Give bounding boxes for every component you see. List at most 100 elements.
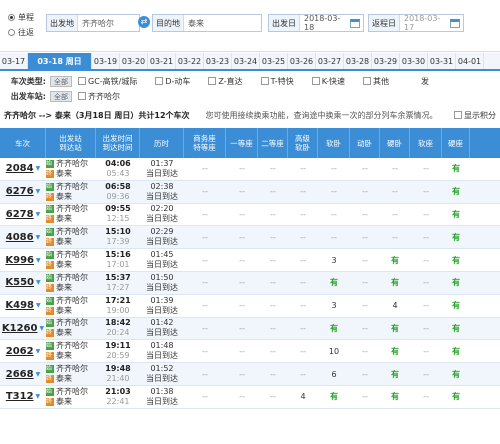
show-points-checkbox[interactable]: 显示积分 <box>454 110 496 121</box>
seat-availability: -- <box>239 346 245 356</box>
train-number[interactable]: 6278 <box>6 209 34 220</box>
from-station: 始齐齐哈尔 <box>46 318 88 328</box>
train-number-cell[interactable]: K498 ▼ <box>0 295 46 317</box>
date-tab[interactable]: 04-01 <box>456 53 484 69</box>
train-number-cell[interactable]: 2062 ▼ <box>0 340 46 362</box>
checkbox-icon[interactable] <box>155 77 164 85</box>
calendar-icon[interactable] <box>450 18 460 28</box>
chevron-down-icon[interactable]: ▼ <box>36 279 41 286</box>
return-date-field[interactable]: 返程日 2018-03-17 <box>368 14 464 32</box>
train-number[interactable]: 6276 <box>6 186 34 197</box>
date-tab[interactable]: 03-23 <box>204 53 232 69</box>
train-number[interactable]: 4086 <box>6 232 34 243</box>
checkbox-label: Z-直达 <box>218 76 243 86</box>
train-number-cell[interactable]: 6276 ▼ <box>0 181 46 203</box>
seat-availability: 有 <box>452 187 460 197</box>
column-header[interactable]: 硬卧 <box>380 128 410 158</box>
date-tab[interactable]: 03-22 <box>176 53 204 69</box>
date-tab[interactable]: 03-25 <box>260 53 288 69</box>
train-number-cell[interactable]: T312 ▼ <box>0 386 46 408</box>
checkbox-icon[interactable] <box>363 77 371 85</box>
train-number-cell[interactable]: K550 ▼ <box>0 272 46 294</box>
train-number[interactable]: K550 <box>5 277 34 288</box>
chevron-down-icon[interactable]: ▼ <box>36 234 41 241</box>
date-field[interactable]: 出发日 2018-03-18 <box>268 14 364 32</box>
date-tab[interactable]: 03-27 <box>316 53 344 69</box>
swap-icon[interactable]: ⇄ <box>138 16 150 28</box>
from-station: 始齐齐哈尔 <box>46 159 88 169</box>
chevron-down-icon[interactable]: ▼ <box>39 325 44 332</box>
roundtrip-radio[interactable]: 往返 <box>8 27 34 38</box>
all-stations-button[interactable]: 全部 <box>50 90 72 102</box>
train-number-cell[interactable]: 4086 ▼ <box>0 226 46 248</box>
chevron-down-icon[interactable]: ▼ <box>36 393 41 400</box>
date-tab[interactable]: 03-31 <box>428 53 456 69</box>
column-header[interactable]: 动卧 <box>350 128 380 158</box>
train-type-checkbox[interactable]: 其他 <box>363 76 389 87</box>
train-type-checkbox[interactable]: GC-高铁/城际 <box>78 76 137 87</box>
train-type-checkbox[interactable]: D-动车 <box>155 76 190 87</box>
chevron-down-icon[interactable]: ▼ <box>36 165 41 172</box>
calendar-icon[interactable] <box>350 18 360 28</box>
column-header[interactable]: 出发站 到达站 <box>46 128 96 158</box>
seat-availability: 有 <box>452 255 460 265</box>
checkbox-icon[interactable] <box>260 77 269 85</box>
column-header[interactable]: 软卧 <box>318 128 350 158</box>
from-station-name: 齐齐哈尔 <box>56 204 88 214</box>
chevron-down-icon[interactable]: ▼ <box>36 371 41 378</box>
seat-availability: -- <box>423 232 429 242</box>
chevron-down-icon[interactable]: ▼ <box>36 211 41 218</box>
date-tab[interactable]: 03-29 <box>372 53 400 69</box>
column-header[interactable]: 历时 <box>140 128 184 158</box>
column-header[interactable]: 软座 <box>410 128 442 158</box>
chevron-down-icon[interactable]: ▼ <box>36 302 41 309</box>
column-header[interactable]: 车次 <box>0 128 46 158</box>
from-field[interactable]: 出发地 齐齐哈尔 <box>46 14 140 32</box>
train-type-checkbox[interactable]: T-特快 <box>260 76 294 87</box>
column-header[interactable]: 硬座 <box>442 128 470 158</box>
train-number[interactable]: K498 <box>5 300 34 311</box>
train-number[interactable]: K996 <box>5 255 34 266</box>
chevron-down-icon[interactable]: ▼ <box>36 188 41 195</box>
train-number[interactable]: T312 <box>6 391 34 402</box>
train-number-cell[interactable]: 2668 ▼ <box>0 363 46 385</box>
train-number[interactable]: 2668 <box>6 369 34 380</box>
date-tab[interactable]: 03-18 周日 <box>28 53 92 69</box>
date-tab[interactable]: 03-20 <box>120 53 148 69</box>
column-header[interactable]: 一等座 <box>226 128 258 158</box>
checkbox-icon[interactable] <box>208 77 217 85</box>
checkbox-icon[interactable] <box>78 92 86 100</box>
date-tab[interactable]: 03-24 <box>232 53 260 69</box>
train-number-cell[interactable]: K996 ▼ <box>0 249 46 271</box>
date-tab[interactable]: 03-19 <box>92 53 120 69</box>
column-header[interactable]: 二等座 <box>258 128 288 158</box>
to-field[interactable]: 目的地 泰来 <box>152 14 262 32</box>
train-type-checkbox[interactable]: K-快速 <box>311 76 345 87</box>
column-header[interactable]: 高级 软卧 <box>288 128 318 158</box>
all-types-button[interactable]: 全部 <box>50 75 72 87</box>
chevron-down-icon[interactable]: ▼ <box>36 348 41 355</box>
train-number[interactable]: K1260 <box>2 323 38 334</box>
checkbox-icon[interactable] <box>78 77 86 85</box>
train-number-cell[interactable]: 2084 ▼ <box>0 158 46 180</box>
train-type-checkbox[interactable]: Z-直达 <box>208 76 243 87</box>
date-tab[interactable]: 03-17 <box>0 53 28 69</box>
train-number[interactable]: 2084 <box>6 163 34 174</box>
train-number-cell[interactable]: K1260 ▼ <box>0 318 46 340</box>
date-tab[interactable]: 03-21 <box>148 53 176 69</box>
checkbox-icon[interactable] <box>454 111 462 119</box>
date-tab[interactable]: 03-26 <box>288 53 316 69</box>
station-checkbox[interactable]: 齐齐哈尔 <box>78 91 120 102</box>
column-header[interactable]: 商务座 特等座 <box>184 128 226 158</box>
seat-availability: -- <box>362 255 368 265</box>
train-number[interactable]: 2062 <box>6 346 34 357</box>
date-tab[interactable]: 03-28 <box>344 53 372 69</box>
arrival-day: 当日到达 <box>146 305 178 315</box>
column-header[interactable]: 出发时间 到达时间 <box>96 128 140 158</box>
checkbox-icon[interactable] <box>311 77 320 85</box>
train-number-cell[interactable]: 6278 ▼ <box>0 204 46 226</box>
station-cell: 始齐齐哈尔终泰来 <box>46 226 96 248</box>
chevron-down-icon[interactable]: ▼ <box>36 257 41 264</box>
date-tab[interactable]: 03-30 <box>400 53 428 69</box>
oneway-radio[interactable]: 单程 <box>8 12 34 23</box>
